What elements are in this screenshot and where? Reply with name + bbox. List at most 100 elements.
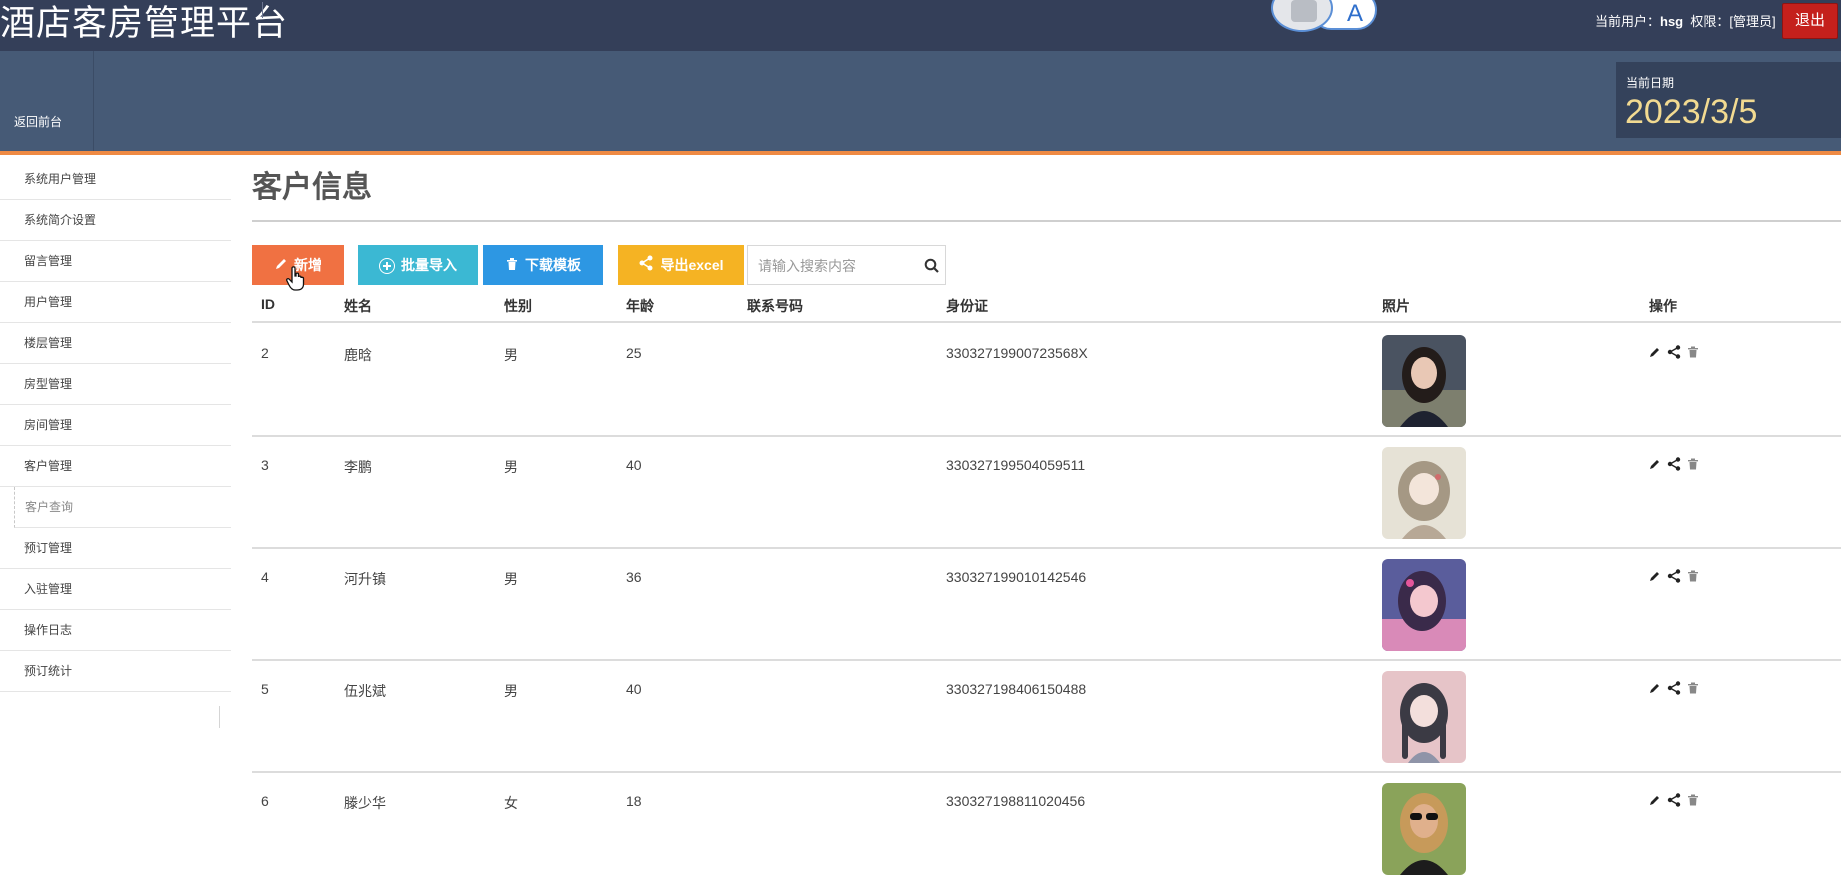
cell-name: 伍兆斌 bbox=[344, 683, 386, 699]
date-label: 当前日期 bbox=[1626, 76, 1675, 90]
toggle-letter: A bbox=[1347, 0, 1364, 27]
table-row: 4 河升镇 男 36 330327199010142546 bbox=[252, 549, 1841, 661]
column-header-id[interactable]: ID bbox=[261, 296, 275, 312]
cell-gender: 男 bbox=[504, 459, 518, 475]
search-input[interactable] bbox=[758, 255, 918, 277]
column-header-actions: 操作 bbox=[1649, 298, 1677, 314]
edit-icon[interactable] bbox=[1649, 346, 1661, 358]
edit-icon[interactable] bbox=[1649, 570, 1661, 582]
customer-photo bbox=[1382, 335, 1466, 427]
top-bar: 酒店客房管理平台 A 当前用户：hsg 权限：[管理员] 退出 bbox=[0, 0, 1841, 51]
customer-photo bbox=[1382, 559, 1466, 651]
share-icon[interactable] bbox=[1667, 793, 1681, 807]
header-band: 返回前台 当前日期 2023/3/5 bbox=[0, 51, 1841, 151]
cell-id: 6 bbox=[261, 793, 269, 809]
table-row: 5 伍兆斌 男 40 330327198406150488 bbox=[252, 661, 1841, 773]
sidebar-item-system-intro[interactable]: 系统简介设置 bbox=[0, 200, 231, 241]
cell-idcard: 33032719900723568X bbox=[946, 345, 1088, 361]
customer-photo bbox=[1382, 783, 1466, 875]
edit-icon[interactable] bbox=[1649, 682, 1661, 694]
export-excel-button[interactable]: 导出excel bbox=[618, 245, 744, 285]
logout-button[interactable]: 退出 bbox=[1782, 3, 1838, 39]
page-title: 客户信息 bbox=[252, 171, 372, 204]
title-divider bbox=[262, 2, 263, 18]
column-header-age[interactable]: 年龄 bbox=[626, 296, 654, 316]
user-name: hsg bbox=[1660, 14, 1684, 29]
date-value: 2023/3/5 bbox=[1625, 93, 1758, 131]
sidebar-item-checkin[interactable]: 入驻管理 bbox=[0, 569, 231, 610]
batch-import-label: 批量导入 bbox=[401, 257, 457, 273]
sidebar-item-system-users[interactable]: 系统用户管理 bbox=[0, 159, 231, 200]
customer-photo bbox=[1382, 671, 1466, 763]
cell-id: 4 bbox=[261, 569, 269, 585]
table-row: 3 李鹏 男 40 330327199504059511 bbox=[252, 437, 1841, 549]
cell-gender: 男 bbox=[504, 571, 518, 587]
sidebar-item-rooms[interactable]: 房间管理 bbox=[0, 405, 231, 446]
table-row: 6 滕少华 女 18 330327198811020456 bbox=[252, 773, 1841, 885]
share-icon[interactable] bbox=[1667, 457, 1681, 471]
cell-name: 滕少华 bbox=[344, 795, 386, 811]
user-label: 当前用户： bbox=[1595, 14, 1661, 29]
column-header-photo[interactable]: 照片 bbox=[1382, 296, 1410, 316]
back-to-front-label: 返回前台 bbox=[14, 115, 63, 129]
cell-gender: 男 bbox=[504, 683, 518, 699]
download-template-button[interactable]: 下载模板 bbox=[483, 245, 603, 285]
cell-id: 2 bbox=[261, 345, 269, 361]
sidebar-divider bbox=[219, 706, 220, 728]
cell-age: 18 bbox=[626, 793, 642, 809]
cell-idcard: 330327199504059511 bbox=[946, 457, 1086, 473]
role-label: 权限： bbox=[1690, 14, 1730, 29]
table-header: ID 姓名 性别 年龄 联系号码 身份证 照片 操作 bbox=[252, 288, 1841, 323]
share-icon[interactable] bbox=[1667, 345, 1681, 359]
cell-age: 25 bbox=[626, 345, 642, 361]
sidebar-item-customer-query[interactable]: 客户查询 bbox=[14, 487, 231, 528]
sidebar-item-messages[interactable]: 留言管理 bbox=[0, 241, 231, 282]
edit-icon[interactable] bbox=[1649, 794, 1661, 806]
search-icon[interactable] bbox=[924, 258, 940, 279]
share-icon[interactable] bbox=[1667, 681, 1681, 695]
row-actions bbox=[1649, 345, 1699, 359]
export-excel-label: 导出excel bbox=[660, 257, 724, 273]
customer-photo bbox=[1382, 447, 1466, 539]
delete-icon[interactable] bbox=[1687, 570, 1699, 582]
avatar-figure-icon bbox=[1291, 0, 1317, 22]
download-template-label: 下载模板 bbox=[525, 257, 581, 273]
app-title: 酒店客房管理平台 bbox=[0, 4, 289, 43]
cell-age: 36 bbox=[626, 569, 642, 585]
share-icon[interactable] bbox=[1667, 569, 1681, 583]
row-actions bbox=[1649, 793, 1699, 807]
cell-id: 3 bbox=[261, 457, 269, 473]
back-to-front-link[interactable]: 返回前台 bbox=[0, 51, 94, 151]
role-value: [管理员] bbox=[1729, 14, 1776, 29]
delete-icon[interactable] bbox=[1687, 346, 1699, 358]
search-box bbox=[747, 245, 946, 285]
batch-import-button[interactable]: 批量导入 bbox=[358, 245, 478, 285]
accent-line bbox=[0, 151, 1841, 155]
cell-idcard: 330327198811020456 bbox=[946, 793, 1086, 809]
row-actions bbox=[1649, 457, 1699, 471]
cell-idcard: 330327198406150488 bbox=[946, 681, 1087, 697]
sidebar-item-users[interactable]: 用户管理 bbox=[0, 282, 231, 323]
cell-id: 5 bbox=[261, 681, 269, 697]
sidebar-item-room-types[interactable]: 房型管理 bbox=[0, 364, 231, 405]
column-header-gender[interactable]: 性别 bbox=[504, 296, 532, 316]
sidebar-item-bookings[interactable]: 预订管理 bbox=[0, 528, 231, 569]
column-header-name[interactable]: 姓名 bbox=[344, 296, 372, 316]
circle-plus-icon bbox=[379, 258, 395, 275]
sidebar-item-booking-stats[interactable]: 预订统计 bbox=[0, 651, 231, 692]
user-info: 当前用户：hsg 权限：[管理员] bbox=[1595, 14, 1776, 29]
table-row: 2 鹿晗 男 25 33032719900723568X bbox=[252, 325, 1841, 437]
avatar-widget[interactable]: A bbox=[1271, 0, 1377, 32]
column-header-phone[interactable]: 联系号码 bbox=[747, 296, 803, 316]
delete-icon[interactable] bbox=[1687, 794, 1699, 806]
column-header-idcard[interactable]: 身份证 bbox=[946, 296, 988, 316]
sidebar-item-floors[interactable]: 楼层管理 bbox=[0, 323, 231, 364]
row-actions bbox=[1649, 681, 1699, 695]
delete-icon[interactable] bbox=[1687, 458, 1699, 470]
sidebar-item-customers[interactable]: 客户管理 bbox=[0, 446, 231, 487]
cell-name: 鹿晗 bbox=[344, 347, 372, 363]
share-icon bbox=[638, 246, 654, 286]
edit-icon[interactable] bbox=[1649, 458, 1661, 470]
sidebar-item-logs[interactable]: 操作日志 bbox=[0, 610, 231, 651]
delete-icon[interactable] bbox=[1687, 682, 1699, 694]
